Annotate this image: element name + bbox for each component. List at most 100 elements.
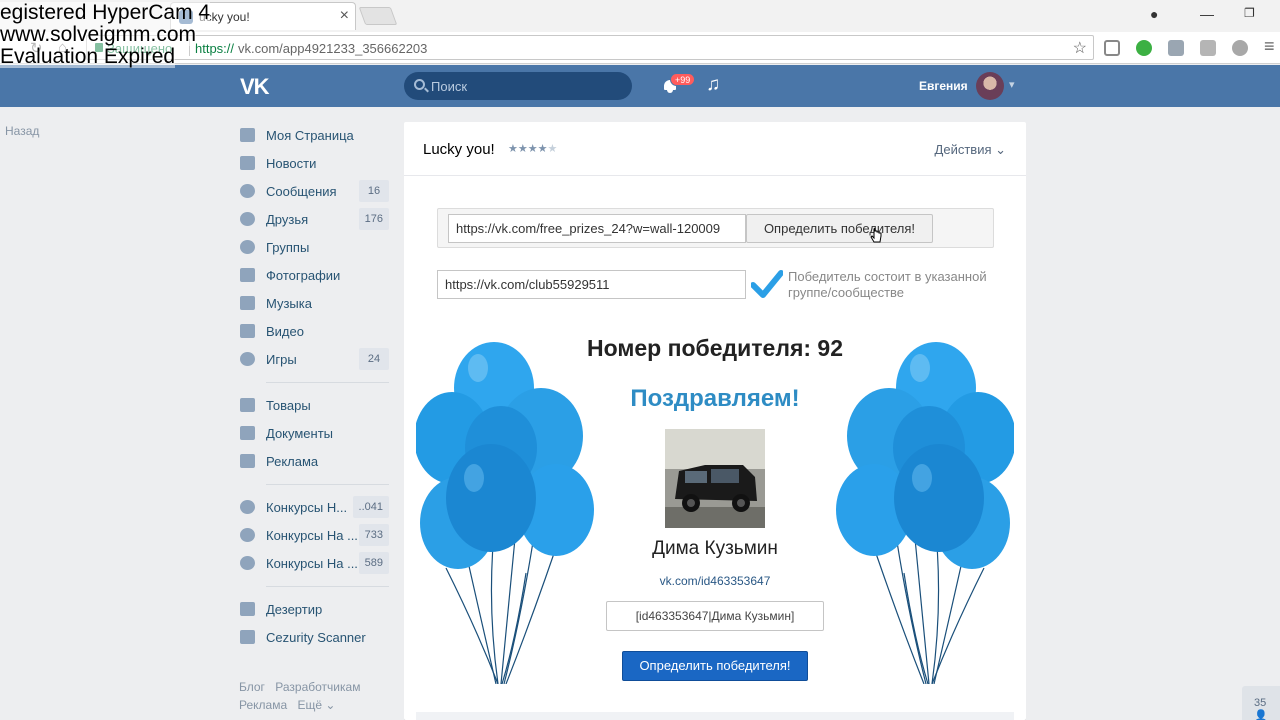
community-icon [240, 500, 255, 514]
sidebar-count-badge: 24 [359, 348, 389, 370]
group-url-input[interactable]: https://vk.com/club55929511 [437, 270, 746, 299]
address-bar[interactable]: Защищено https:// vk.com/app4921233_3566… [86, 35, 1094, 60]
sidebar-item-dezertir[interactable]: Дезертир [237, 596, 389, 622]
sidebar-item-label: Фотографии [266, 268, 341, 283]
footer-link-blog[interactable]: Блог [239, 680, 265, 694]
sidebar-item-groups[interactable]: Группы [237, 234, 389, 260]
winner-mention-field[interactable]: [id463353647|Дима Кузьмин] [606, 601, 824, 631]
sidebar-item-label: Моя Страница [266, 128, 354, 143]
sidebar-item-label: Товары [266, 398, 311, 413]
sidebar-item-friends[interactable]: Друзья 176 [237, 206, 389, 232]
sidebar-count-badge: 16 [359, 180, 389, 202]
notifications-badge: +99 [670, 73, 696, 86]
sidebar-count-badge: 733 [358, 524, 389, 546]
hand-cursor-icon [870, 228, 882, 243]
sidebar-item-my-page[interactable]: Моя Страница [237, 122, 389, 148]
search-icon [414, 79, 425, 90]
winner-profile-link[interactable]: vk.com/id463353647 [404, 574, 1026, 588]
sidebar-item-label: Конкурсы На ... [266, 556, 358, 571]
new-tab-button[interactable] [358, 7, 398, 25]
sidebar-item-label: Дезертир [266, 602, 323, 617]
sidebar-item-ads[interactable]: Реклама [237, 448, 389, 474]
app-rating: ★★★★★ [508, 142, 557, 155]
vk-logo-icon[interactable]: VK [240, 74, 270, 100]
online-friends-badge[interactable]: 35 👤 [1242, 686, 1280, 720]
hypercam-watermark: egistered HyperCam 4 www.solveigmm.com E… [0, 1, 211, 68]
app-grid-icon [240, 630, 255, 644]
sidebar-item-label: Друзья [266, 212, 309, 227]
app-title: Lucky you! [423, 141, 495, 158]
user-name[interactable]: Евгения [919, 79, 968, 93]
post-url-row: https://vk.com/free_prizes_24?w=wall-120… [437, 208, 994, 248]
film-icon [240, 324, 255, 338]
footer-link-developers[interactable]: Разработчикам [275, 680, 360, 694]
music-icon[interactable]: ♫ [706, 74, 720, 96]
sidebar-item-label: Cezurity Scanner [266, 630, 366, 645]
footer-link-ads[interactable]: Реклама [239, 698, 287, 712]
extension-green-icon[interactable] [1136, 40, 1152, 56]
extension-vk-icon[interactable] [1168, 40, 1184, 56]
actions-dropdown[interactable]: Действия ⌄ [935, 142, 1006, 158]
browser-menu-icon[interactable]: ≡ [1264, 36, 1275, 57]
sidebar-item-label: Игры [266, 352, 297, 367]
sidebar-item-goods[interactable]: Товары [237, 392, 389, 418]
sidebar-footer-links: Блог Разработчикам Реклама Ещё ⌄ [239, 678, 367, 714]
sidebar-item-cezurity[interactable]: Cezurity Scanner [237, 624, 389, 650]
sidebar-item-contest-1[interactable]: Конкурсы Н... ..041 [237, 494, 389, 520]
extension-home-icon[interactable] [1200, 40, 1216, 56]
sidebar-item-label: Конкурсы Н... [266, 500, 348, 515]
congrats-heading: Поздравляем! [630, 385, 800, 412]
gamepad-icon [240, 352, 255, 366]
bookmark-star-icon[interactable]: ☆ [1073, 38, 1087, 58]
sidebar-item-video[interactable]: Видео [237, 318, 389, 344]
sidebar-item-messages[interactable]: Сообщения 16 [237, 178, 389, 204]
minimize-icon[interactable]: — [1200, 6, 1214, 22]
watermark-line-2: www.solveigmm.com [0, 23, 197, 46]
determine-winner-button-top[interactable]: Определить победителя! [746, 214, 933, 243]
restore-icon[interactable]: ❐ [1244, 6, 1255, 20]
news-icon [240, 156, 255, 170]
music-note-icon [240, 296, 255, 310]
community-icon [240, 528, 255, 542]
profile-icon[interactable]: ● [1150, 6, 1158, 22]
watermark-line-1: egistered HyperCam 4 [0, 1, 211, 24]
sidebar-item-label: Новости [266, 156, 317, 171]
search-placeholder: Поиск [431, 79, 468, 94]
sidebar-divider [266, 586, 389, 587]
rating-empty-star: ★ [547, 143, 558, 155]
vk-header: VK Поиск +99 ♫ Евгения ▾ [0, 65, 1280, 107]
online-count: 35 [1254, 697, 1267, 709]
close-tab-icon[interactable]: × [340, 7, 349, 25]
sidebar-item-contest-2[interactable]: Конкурсы На ... 733 [237, 522, 389, 548]
rating-filled-stars: ★★★★ [508, 143, 548, 155]
footer-link-more[interactable]: Ещё ⌄ [297, 698, 335, 712]
extension-gear-icon[interactable] [1232, 40, 1248, 56]
sidebar-item-photos[interactable]: Фотографии [237, 262, 389, 288]
extension-search-icon[interactable] [1104, 40, 1120, 56]
avatar[interactable] [976, 72, 1004, 100]
sidebar-item-music[interactable]: Музыка [237, 290, 389, 316]
winner-membership-note: Победитель состоит в указанной группе/со… [788, 269, 987, 300]
sidebar-divider [266, 382, 389, 383]
sidebar-item-label: Конкурсы На ... [266, 528, 358, 543]
winner-photo[interactable] [665, 429, 765, 528]
app-header: Lucky you! ★★★★★ Действия ⌄ [404, 122, 1026, 176]
sidebar-item-contest-3[interactable]: Конкурсы На ... 589 [237, 550, 389, 576]
post-url-input[interactable]: https://vk.com/free_prizes_24?w=wall-120… [448, 214, 746, 243]
sidebar-divider [266, 484, 389, 485]
sidebar-item-documents[interactable]: Документы [237, 420, 389, 446]
back-link[interactable]: Назад [5, 124, 39, 138]
url-path: vk.com/app4921233_356662203 [238, 41, 428, 56]
document-icon [240, 426, 255, 440]
groups-icon [240, 240, 255, 254]
winner-number: Номер победителя: 92 [587, 335, 843, 361]
sidebar-item-label: Сообщения [266, 184, 337, 199]
chevron-down-icon[interactable]: ▾ [1009, 78, 1015, 91]
sidebar-item-games[interactable]: Игры 24 [237, 346, 389, 372]
determine-winner-button-bottom[interactable]: Определить победителя! [622, 651, 808, 681]
search-input[interactable]: Поиск [404, 72, 632, 100]
sidebar-item-news[interactable]: Новости [237, 150, 389, 176]
camera-icon [240, 268, 255, 282]
sidebar-item-label: Реклама [266, 454, 319, 469]
sidebar-item-label: Группы [266, 240, 310, 255]
